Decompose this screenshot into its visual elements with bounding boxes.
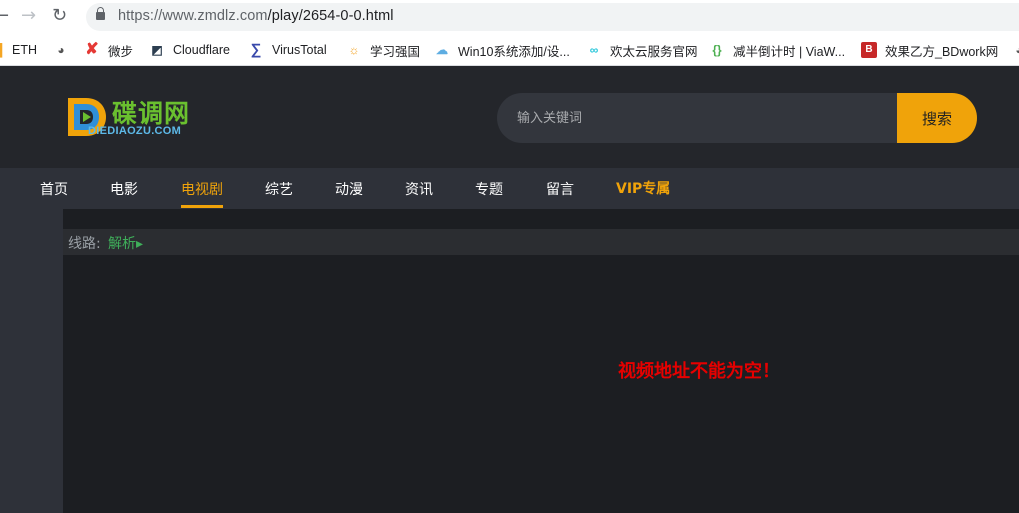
search-input[interactable] (497, 93, 917, 143)
virustotal-icon: ∑ (250, 41, 262, 58)
lock-icon[interactable] (96, 7, 105, 20)
logo-text-en: DIEDIAOZU.COM (88, 125, 182, 137)
bookmark-label: ETH (12, 43, 37, 57)
main-nav: 首页 电影 电视剧 综艺 动漫 资讯 专题 留言 VIP专属 (0, 168, 1019, 209)
bookmark-win10[interactable]: ☁ Win10系统添加/设... (434, 41, 570, 59)
globe-icon: ◕ (57, 43, 65, 57)
x-icon: ✘ (85, 41, 99, 58)
bookmark-label: 效果乙方_BDwork网 (885, 44, 999, 59)
line-label: 线路: (68, 236, 101, 252)
back-arrow-icon[interactable]: ← (0, 6, 9, 26)
nav-item-movies[interactable]: 电影 (110, 179, 138, 199)
url-domain: https://www.zmdlz.com (118, 8, 268, 24)
address-bar[interactable]: https://www.zmdlz.com/play/2654-0-0.html (86, 3, 1019, 31)
nav-item-news[interactable]: 资讯 (405, 179, 433, 199)
bookmark-label: 欢太云服务官网 (610, 44, 698, 59)
nav-item-topics[interactable]: 专题 (475, 179, 503, 199)
globe-icon: ◕ (1011, 42, 1019, 58)
nav-item-home[interactable]: 首页 (40, 179, 68, 199)
nav-item-messages[interactable]: 留言 (546, 179, 574, 199)
site-logo[interactable]: 碟调网 DIEDIAOZU.COM (64, 92, 214, 142)
browser-toolbar: ← → ↻ https://www.zmdlz.com/play/2654-0-… (0, 0, 1019, 34)
nav-item-anime[interactable]: 动漫 (335, 179, 363, 199)
left-gutter (0, 209, 63, 513)
link-icon: ∞ (589, 43, 599, 57)
error-message: 视频地址不能为空！ (618, 361, 780, 382)
book-icon: B (861, 42, 877, 58)
bookmark-bdwork[interactable]: B 效果乙方_BDwork网 (861, 41, 998, 59)
search-button[interactable]: 搜索 (897, 93, 977, 143)
bookmark-label: Win10系统添加/设... (458, 44, 570, 59)
bookmark-heytap[interactable]: ∞ 欢太云服务官网 (586, 41, 698, 59)
search-form: 搜索 (497, 93, 977, 143)
bookmark-label: 微步 (108, 44, 134, 59)
forward-arrow-icon[interactable]: → (21, 6, 36, 26)
bulb-icon: ☼ (348, 43, 360, 57)
bookmark-label: 学习强国 (370, 44, 421, 59)
bookmark-eth[interactable]: ▌ ETH (0, 41, 37, 59)
bookmark-label: 减半倒计时 | ViaW... (733, 44, 846, 59)
bookmark-halving[interactable]: {} 减半倒计时 | ViaW... (709, 41, 845, 59)
eth-icon: ▌ (0, 43, 7, 57)
bookmark-virustotal[interactable]: ∑ VirusTotal (248, 41, 327, 59)
url-text[interactable]: https://www.zmdlz.com/play/2654-0-0.html (118, 8, 394, 24)
bookmark-globe-2[interactable]: ◕ (1011, 41, 1019, 59)
line-parse-link[interactable]: 解析▸ (108, 233, 143, 253)
nav-item-vip[interactable]: VIP专属 (616, 178, 670, 198)
cloud-icon: ☁ (436, 43, 448, 57)
bookmark-xuexi[interactable]: ☼ 学习强国 (346, 41, 421, 59)
nav-item-variety[interactable]: 综艺 (265, 179, 293, 199)
bookmark-cloudflare[interactable]: ◩ Cloudflare (149, 41, 230, 59)
nav-active-underline (181, 205, 223, 208)
bracket-icon: {} (712, 43, 722, 57)
nav-item-tv[interactable]: 电视剧 (181, 179, 223, 199)
bookmarks-bar: ▌ ETH ◕ ✘ 微步 ◩ Cloudflare ∑ VirusTotal ☼… (0, 34, 1019, 66)
bookmark-weibu[interactable]: ✘ 微步 (84, 41, 133, 59)
line-selector-bar (63, 229, 1019, 255)
bookmark-label: Cloudflare (173, 43, 230, 57)
reload-icon[interactable]: ↻ (52, 6, 67, 26)
cloudflare-icon: ◩ (151, 43, 163, 57)
url-path: /play/2654-0-0.html (267, 8, 394, 24)
bookmark-globe[interactable]: ◕ (53, 41, 77, 59)
bookmark-label: VirusTotal (272, 43, 327, 57)
